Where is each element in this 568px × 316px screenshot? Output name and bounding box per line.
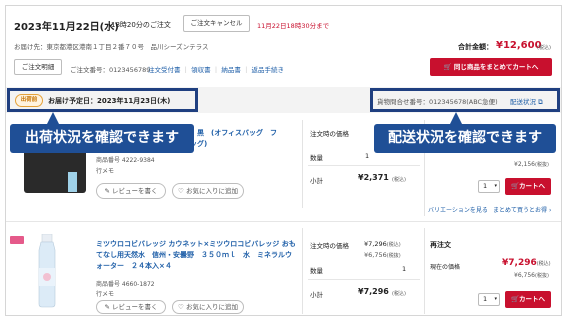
scheduled-delivery-date: お届け予定日：2023年11月23日(木) xyxy=(48,97,171,105)
order-number: ご注文番号：0123456789 xyxy=(70,66,151,74)
product-number-2: 商品番号 4660-1872 xyxy=(96,281,155,288)
add-to-cart-button-2[interactable]: 🛒カートへ xyxy=(505,291,551,308)
delivery-status-callout: 配送状況を確認できます xyxy=(374,124,556,153)
chevron-down-icon: ▾ xyxy=(494,183,497,189)
quantity-label-1: 数量 xyxy=(310,154,323,162)
write-review-button-2[interactable]: ✎ レビューを書く xyxy=(96,300,166,314)
subtotal-label-1: 小計 xyxy=(310,177,323,185)
divider xyxy=(302,120,303,208)
product-number-1: 商品番号 4222-9384 xyxy=(96,157,155,164)
total-tax-note: (税込) xyxy=(537,45,551,51)
subtotal-tax-2: (税込) xyxy=(392,291,406,297)
chevron-right-icon: › xyxy=(548,207,552,214)
current-price: ¥7,296(税込) xyxy=(502,258,551,268)
chevron-down-icon: ▾ xyxy=(494,296,497,302)
quantity-value-1: 1 xyxy=(365,152,370,160)
current-price-excl: ¥6,756(税抜) xyxy=(514,272,549,279)
heart-icon: ♡ xyxy=(178,303,186,311)
divider xyxy=(308,279,420,280)
variation-link-1[interactable]: バリエーションを見る xyxy=(428,205,488,214)
divider xyxy=(424,228,425,314)
quantity-select-2[interactable]: 1 ▾ xyxy=(478,293,500,306)
product-name-1[interactable]: ブ 黒 (オフィスバッグ フ バッグ) xyxy=(183,128,277,150)
order-time: 18時20分のご注文 xyxy=(111,21,171,29)
row-memo-1[interactable]: 行メモ xyxy=(96,166,114,175)
quantity-select-1[interactable]: 1 ▾ xyxy=(478,180,500,193)
subtotal-value-2: ¥7,296 xyxy=(358,287,389,296)
quantity-label-2: 数量 xyxy=(310,267,323,275)
write-review-button-1[interactable]: ✎ レビューを書く xyxy=(96,183,166,199)
cancel-deadline: 11月22日18時30分まで xyxy=(257,22,330,30)
price-at-order-2: ¥7,296(税込) xyxy=(364,240,401,248)
divider xyxy=(308,165,420,166)
return-procedure-link[interactable]: 返品手続き xyxy=(251,66,284,74)
reorder-label: 再注文 xyxy=(430,241,451,249)
shipping-status-callout: 出荷状況を確認できます xyxy=(10,124,194,153)
total-value: ¥12,600 xyxy=(496,40,542,51)
heart-icon: ♡ xyxy=(178,187,186,195)
cart-icon: 🛒 xyxy=(510,182,520,190)
subtotal-tax-1: (税込) xyxy=(392,177,406,183)
pencil-icon: ✎ xyxy=(104,187,112,195)
callout-pointer-right xyxy=(450,112,462,124)
product-image-bottle-in-bag xyxy=(68,172,77,192)
product-name-2[interactable]: ミツウロコビバレッジ カウネット×ミツウロコビバレッジ おもてなし用天然水 信州… xyxy=(96,239,296,272)
divider xyxy=(6,221,561,222)
order-detail-button[interactable]: ご注文明細 xyxy=(14,59,62,75)
delivery-address: お届け先：東京都港区港南１丁目２番７０号 品川シーズンテラス xyxy=(14,43,209,51)
total-label: 合計金額： xyxy=(458,43,493,51)
product-image-water-bottle xyxy=(34,233,60,308)
receipt-link[interactable]: 領収書 xyxy=(191,66,211,74)
add-to-cart-button-1[interactable]: 🛒カートへ xyxy=(505,178,551,195)
price-at-order-excl-2: ¥6,756(税抜) xyxy=(364,251,401,259)
add-all-to-cart-button[interactable]: 🛒 同じ商品をまとめてカートへ xyxy=(430,58,552,76)
bulk-discount-link-1[interactable]: まとめて買うとお得 › xyxy=(493,205,551,214)
delivery-slip-link[interactable]: 納品書 xyxy=(221,66,241,74)
subtotal-value-1: ¥2,371 xyxy=(358,173,389,182)
price-excl-tax-1: ¥2,156(税抜) xyxy=(514,161,549,168)
price-at-order-label-2: 注文時の価格 xyxy=(310,242,349,250)
external-link-icon: ⧉ xyxy=(538,98,543,106)
receipt-acknowledgement-link[interactable]: 注文受付書 xyxy=(148,66,181,74)
brand-tag xyxy=(10,236,24,244)
pencil-icon: ✎ xyxy=(104,303,112,311)
cart-icon: 🛒 xyxy=(443,63,454,71)
order-date: 2023年11月22日(水) xyxy=(14,22,119,33)
subtotal-label-2: 小計 xyxy=(310,291,323,299)
tracking-number: 貨物問合せ番号：012345678(ABC急便) xyxy=(377,98,498,106)
add-favorite-button-1[interactable]: ♡ お気に入りに追加 xyxy=(172,183,244,199)
cart-icon: 🛒 xyxy=(510,295,520,303)
add-favorite-button-2[interactable]: ♡ お気に入りに追加 xyxy=(172,300,244,314)
cancel-order-button[interactable]: ご注文キャンセル xyxy=(183,15,250,32)
quantity-value-2: 1 xyxy=(402,265,407,273)
shipping-status-badge: 出荷前 xyxy=(15,94,43,107)
current-price-label: 現在の価格 xyxy=(430,264,461,271)
delivery-status-link[interactable]: 配送状況 ⧉ xyxy=(510,96,543,107)
divider xyxy=(302,228,303,314)
price-at-order-label-1: 注文時の価格 xyxy=(310,130,349,138)
callout-pointer-left xyxy=(47,112,59,124)
row-memo-2[interactable]: 行メモ xyxy=(96,289,114,298)
document-links: 注文受付書 ｜ 領収書 ｜ 納品書 ｜ 返品手続き xyxy=(148,66,284,74)
